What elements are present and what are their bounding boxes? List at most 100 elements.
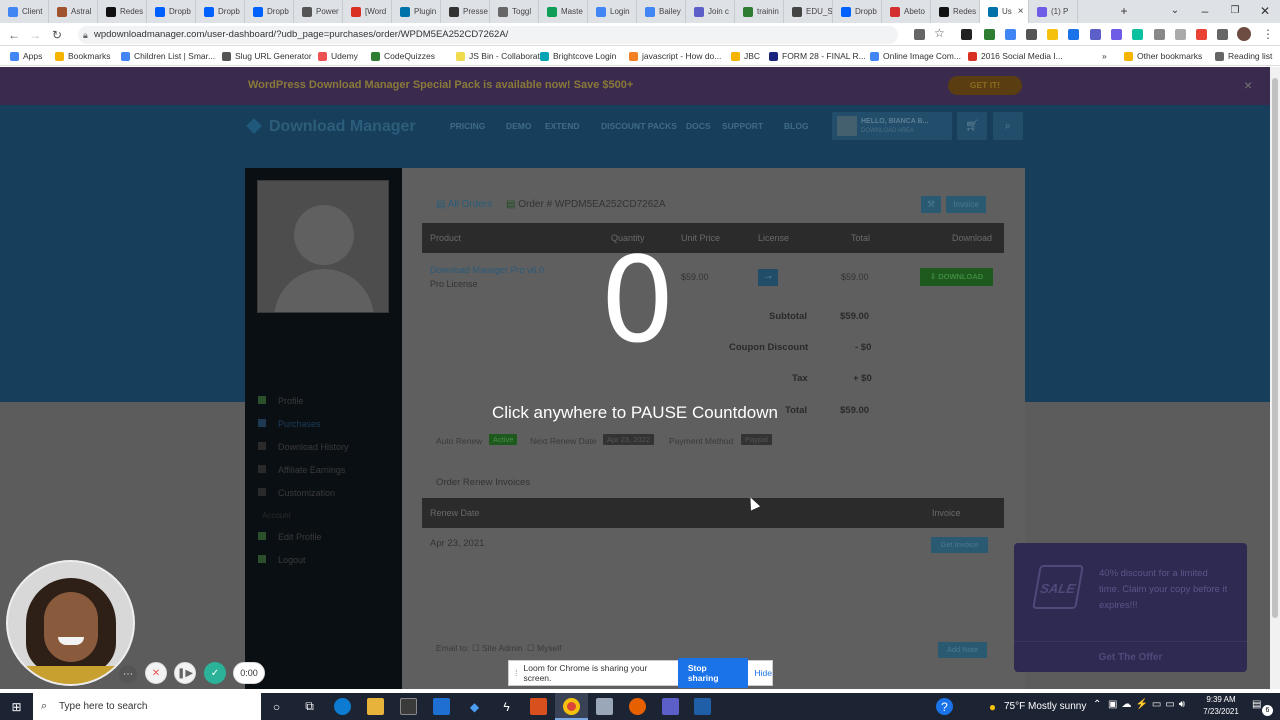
browser-tab[interactable]: Toggl [490,0,539,23]
bookmark-item[interactable]: Brightcove Login [540,46,616,66]
other-bookmarks[interactable]: Other bookmarks [1124,46,1202,66]
browser-tab[interactable]: trainin [735,0,784,23]
browser-tab[interactable]: Client [0,0,49,23]
all-orders-link[interactable]: ▤ All Orders [436,199,492,210]
sidebar-item[interactable]: Profile [258,396,304,406]
extension-icon[interactable] [984,29,995,40]
browser-tab[interactable]: Login [588,0,637,23]
cart-icon[interactable]: 🛒︎ [957,112,987,140]
invoice-button[interactable]: Invoice [946,196,986,213]
restore-icon[interactable]: ❐ [1220,0,1250,23]
sidebar-item[interactable]: Affiliate Earnings [258,465,345,475]
extension-icon[interactable] [1005,29,1016,40]
new-tab-button[interactable]: + [1109,0,1139,23]
license-key-icon[interactable]: ⊸ [758,269,778,286]
bookmark-item[interactable]: FORM 28 - FINAL R... [769,46,866,66]
download-button[interactable]: ⇩ DOWNLOAD [920,268,993,286]
weather-text[interactable]: 75°F Mostly sunny [1004,701,1086,712]
bookmark-item[interactable]: JBC [731,46,760,66]
app-icon[interactable] [694,698,711,715]
extension-icon[interactable] [1132,29,1143,40]
bookmark-item[interactable]: 2016 Social Media I... [968,46,1063,66]
search-icon[interactable]: ⌕ [993,112,1023,140]
browser-tab[interactable]: Dropb [196,0,245,23]
scrollbar-thumb[interactable] [1272,78,1278,618]
user-menu[interactable]: HELLO, BIANCA B... DOWNLOAD AREA [832,112,952,140]
browser-tab[interactable]: [Word [343,0,392,23]
close-window-icon[interactable]: ✕ [1250,0,1280,23]
extension-icon[interactable] [1175,29,1186,40]
extension-icon[interactable] [1047,29,1058,40]
countdown-message[interactable]: Click anywhere to PAUSE Countdown [440,403,830,423]
browser-tab[interactable]: Astral [49,0,98,23]
extension-icon[interactable] [1154,29,1165,40]
reading-list[interactable]: Reading list [1215,46,1272,66]
loom-cancel-icon[interactable]: ✕ [145,662,167,684]
notification-icon[interactable]: ▤ [1252,699,1261,710]
star-icon[interactable]: ☆ [934,26,945,40]
product-link[interactable]: Download Manager Pro v6.0 [430,265,544,275]
nav-item[interactable]: SUPPORT [722,121,763,131]
hide-button[interactable]: Hide [755,668,772,678]
browser-tab[interactable]: Bailey [637,0,686,23]
help-icon[interactable]: ? [936,698,953,715]
browser-tab[interactable]: Dropb [147,0,196,23]
app-icon[interactable]: ϟ [498,698,515,715]
cortana-icon[interactable]: ○ [268,698,285,715]
firefox-icon[interactable] [629,698,646,715]
browser-tab[interactable]: Redes [98,0,147,23]
settings-icon[interactable]: ⚒ [921,196,941,213]
bookmark-item[interactable]: Online Image Com... [870,46,961,66]
nav-item[interactable]: PRICING [450,121,485,131]
sidebar-item[interactable]: Edit Profile [258,532,322,542]
browser-tab[interactable]: Presse [441,0,490,23]
myself-checkbox[interactable]: ☐ Myself [527,643,562,654]
reload-icon[interactable]: ↻ [49,27,65,43]
extension-icon[interactable] [1196,29,1207,40]
loom-finish-icon[interactable]: ✓ [204,662,226,684]
edge-icon[interactable] [334,698,351,715]
get-invoice-button[interactable]: Get Invoice [931,537,988,553]
site-logo[interactable]: Download Manager [269,118,416,136]
browser-tab[interactable]: Maste [539,0,588,23]
extension-icon[interactable] [1090,29,1101,40]
url-field[interactable]: 🔒︎ wpdownloadmanager.com/user-dashboard/… [78,26,898,44]
sidebar-item[interactable]: Logout [258,555,306,565]
minimize-icon[interactable]: – [1190,0,1220,23]
bookmark-item[interactable]: JS Bin - Collaborati... [456,46,549,66]
nav-item[interactable]: DISCOUNT PACKS [601,121,677,131]
tray-icons[interactable]: ▣☁⚡▭▭🔊︎ [1108,699,1189,710]
add-note-button[interactable]: Add Note [938,642,987,658]
windows-start-icon[interactable]: ⊞ [8,698,25,715]
bookmark-item[interactable]: Udemy [318,46,358,66]
nav-item[interactable]: DEMO [506,121,532,131]
mail-icon[interactable] [433,698,450,715]
browser-tab[interactable]: Dropb [245,0,294,23]
browser-tab[interactable]: Us × [980,0,1029,23]
bookmark-item[interactable]: Apps [10,46,42,66]
store-icon[interactable] [400,698,417,715]
browser-tab[interactable]: Plugin [392,0,441,23]
sidebar-item[interactable]: Purchases [258,419,321,429]
extension-icon[interactable] [961,29,972,40]
promo-close-icon[interactable]: × [1244,77,1252,93]
task-view-icon[interactable]: ⧉ [301,698,318,715]
countdown-number[interactable]: 0 [570,240,705,360]
extension-icon[interactable] [1026,29,1037,40]
bookmark-item[interactable]: Bookmarks [55,46,111,66]
tray-chevron-icon[interactable]: ⌃ [1093,699,1101,710]
browser-tab[interactable]: Redes [931,0,980,23]
back-icon[interactable]: ← [6,27,22,43]
loom-more-icon[interactable]: ⋯ [119,665,137,683]
teams-icon[interactable] [662,698,679,715]
nav-item[interactable]: DOCS [686,121,711,131]
chrome-taskbar-item[interactable] [555,693,588,720]
nav-item[interactable]: EXTEND [545,121,579,131]
sidebar-item[interactable]: Download History [258,442,349,452]
promo-get-it-button[interactable]: GET IT! [948,76,1022,95]
cast-icon[interactable] [914,29,925,40]
sidebar-item[interactable]: Customization [258,488,335,498]
site-admin-checkbox[interactable]: ☐ Site Admin [472,643,523,654]
bookmark-item[interactable]: CodeQuizzes [371,46,435,66]
notepad-icon[interactable] [596,698,613,715]
